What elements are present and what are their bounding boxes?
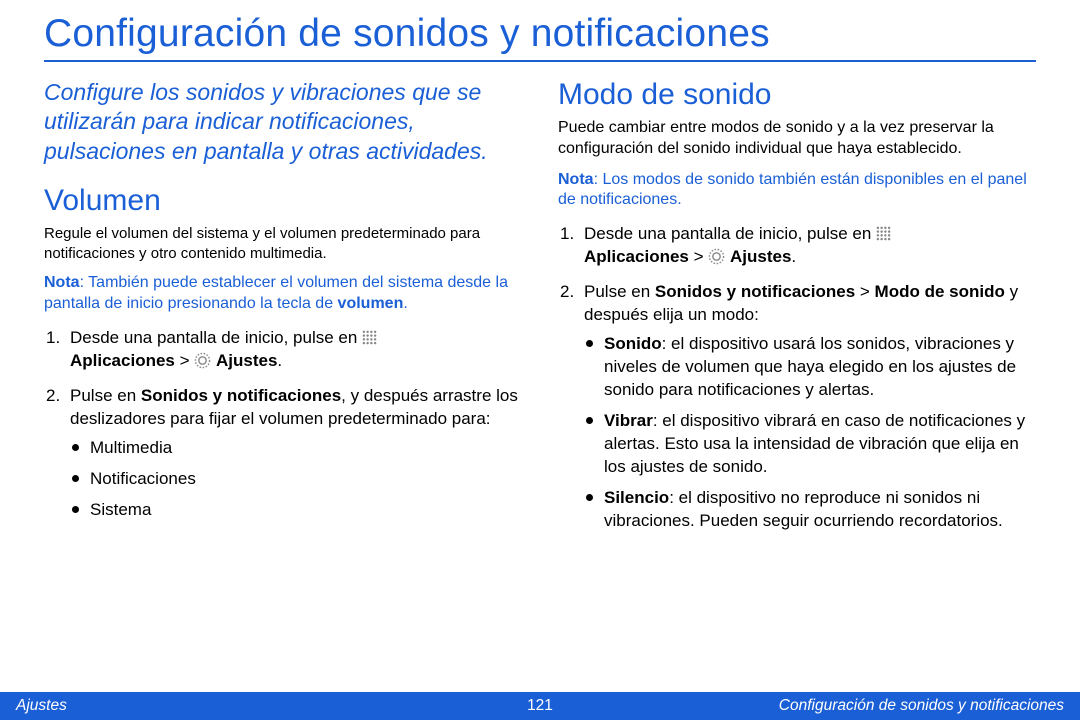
two-column-layout: Configure los sonidos y vibraciones que … <box>44 78 1036 544</box>
step-bold-modo: Modo de sonido <box>875 282 1005 301</box>
step-item: Pulse en Sonidos y notificaciones, y des… <box>44 385 522 522</box>
step-bold-aplicaciones: Aplicaciones <box>584 247 689 266</box>
gear-icon <box>708 248 725 265</box>
step-bold-ajustes: Ajustes <box>216 351 277 370</box>
note-bold: volumen <box>338 295 404 312</box>
note-lead: Nota <box>44 274 80 291</box>
page-title: Configuración de sonidos y notificacione… <box>44 12 1036 62</box>
step-text: Desde una pantalla de inicio, pulse en <box>70 328 362 347</box>
apps-grid-icon <box>876 225 891 240</box>
step-end: . <box>791 247 796 266</box>
step-bold-sonidos: Sonidos y notificaciones <box>655 282 855 301</box>
intro-text: Configure los sonidos y vibraciones que … <box>44 78 522 166</box>
page-number: 121 <box>527 697 553 715</box>
list-item: Multimedia <box>70 437 522 460</box>
opt-name: Silencio <box>604 488 669 507</box>
opt-name: Vibrar <box>604 411 653 430</box>
list-item: Notificaciones <box>70 468 522 491</box>
right-column: Modo de sonido Puede cambiar entre modos… <box>558 78 1036 544</box>
step-bold-sonidos: Sonidos y notificaciones <box>141 386 341 405</box>
step-text: Desde una pantalla de inicio, pulse en <box>584 224 876 243</box>
note-lead: Nota <box>558 171 594 188</box>
sound-modes-list: Sonido: el dispositivo usará los sonidos… <box>584 333 1036 533</box>
left-column: Configure los sonidos y vibraciones que … <box>44 78 522 544</box>
footer-right: Configuración de sonidos y notificacione… <box>779 697 1064 715</box>
step-sep: > <box>175 351 194 370</box>
modo-steps: Desde una pantalla de inicio, pulse en A… <box>558 223 1036 532</box>
list-item: Sistema <box>70 499 522 522</box>
opt-desc: : el dispositivo vibrará en caso de noti… <box>604 411 1025 476</box>
list-item: Silencio: el dispositivo no reproduce ni… <box>584 487 1036 533</box>
volumen-heading: Volumen <box>44 184 522 218</box>
step-text: Pulse en <box>584 282 655 301</box>
step-sep: > <box>689 247 708 266</box>
modo-heading: Modo de sonido <box>558 78 1036 112</box>
note-body: Los modos de sonido también están dispon… <box>558 171 1027 209</box>
list-item: Vibrar: el dispositivo vibrará en caso d… <box>584 410 1036 479</box>
volumen-note: Nota: También puede establecer el volume… <box>44 273 522 315</box>
volumen-desc: Regule el volumen del sistema y el volum… <box>44 224 522 263</box>
step-bold-ajustes: Ajustes <box>730 247 791 266</box>
step-bold-aplicaciones: Aplicaciones <box>70 351 175 370</box>
volumen-steps: Desde una pantalla de inicio, pulse en A… <box>44 327 522 522</box>
list-item: Sonido: el dispositivo usará los sonidos… <box>584 333 1036 402</box>
volume-types-list: Multimedia Notificaciones Sistema <box>70 437 522 522</box>
step-sep: > <box>855 282 874 301</box>
modo-desc: Puede cambiar entre modos de sonido y a … <box>558 118 1036 160</box>
opt-name: Sonido <box>604 334 662 353</box>
opt-desc: : el dispositivo usará los sonidos, vibr… <box>604 334 1016 399</box>
footer-left: Ajustes <box>16 697 67 715</box>
document-page: Configuración de sonidos y notificacione… <box>0 0 1080 720</box>
note-body-2: . <box>403 295 407 312</box>
gear-icon <box>194 352 211 369</box>
step-item: Desde una pantalla de inicio, pulse en A… <box>558 223 1036 269</box>
step-item: Pulse en Sonidos y notificaciones > Modo… <box>558 281 1036 532</box>
modo-note: Nota: Los modos de sonido también están … <box>558 170 1036 212</box>
apps-grid-icon <box>362 329 377 344</box>
step-item: Desde una pantalla de inicio, pulse en A… <box>44 327 522 373</box>
note-sep: : <box>80 274 89 291</box>
step-end: . <box>277 351 282 370</box>
step-text: Pulse en <box>70 386 141 405</box>
page-footer: Ajustes 121 Configuración de sonidos y n… <box>0 692 1080 720</box>
note-body-1: También puede establecer el volumen del … <box>44 274 508 312</box>
